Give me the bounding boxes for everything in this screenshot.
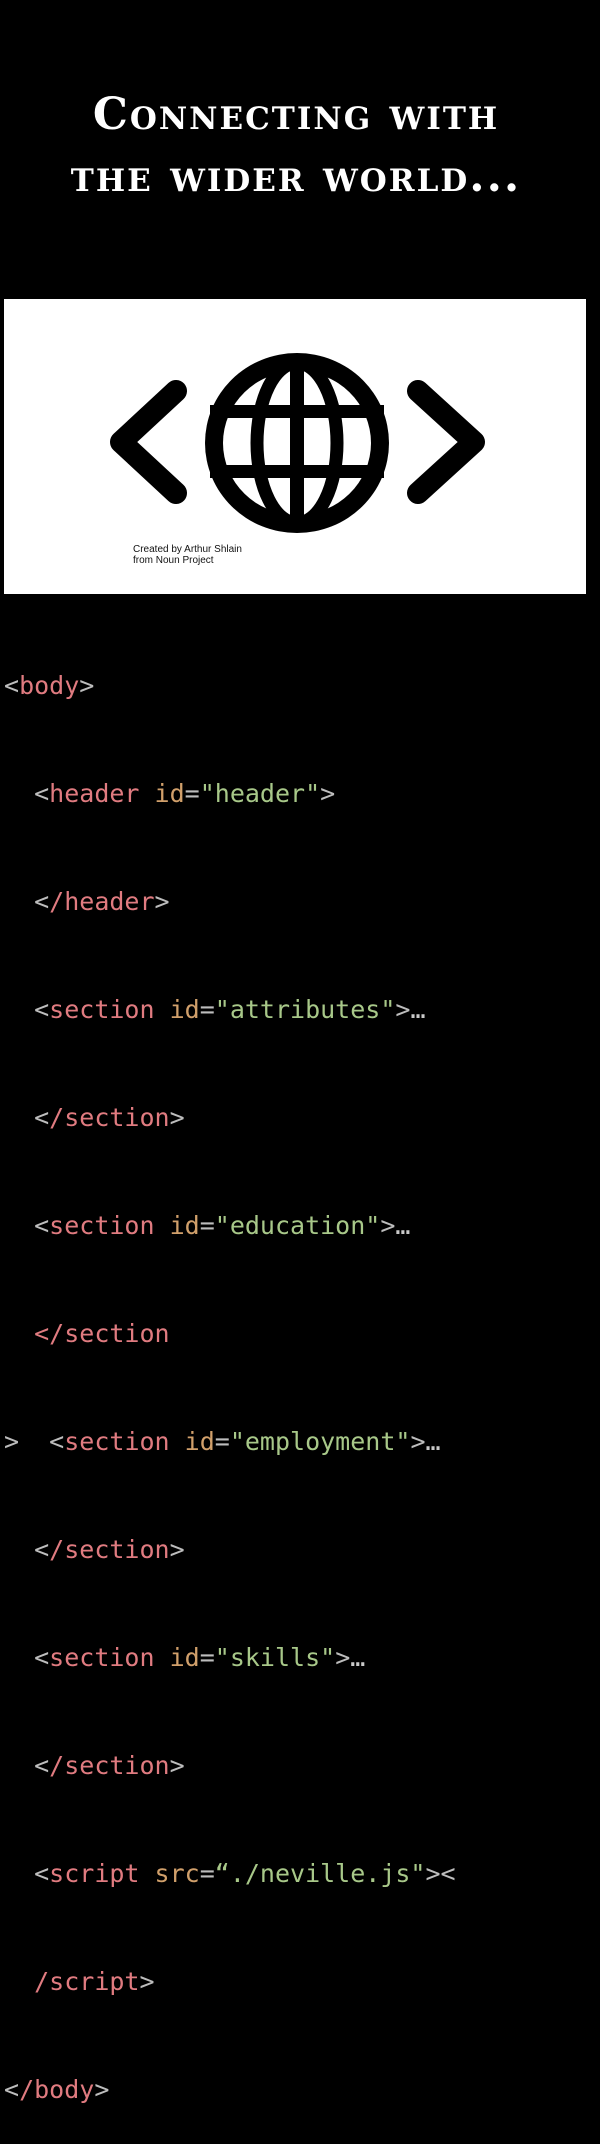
attr-name: src — [154, 1859, 200, 1888]
code-line-section-employment[interactable]: > <section id="employment">… — [4, 1424, 594, 1460]
attr-value: "employment" — [229, 1427, 411, 1456]
collapsed-ellipsis[interactable]: … — [426, 1427, 441, 1456]
credit-line-2: from Noun Project — [133, 555, 214, 566]
code-line-header-open[interactable]: <header id="header"> — [4, 776, 594, 812]
tag-name: section — [49, 1643, 155, 1672]
code-line-section-close-unterminated[interactable]: </section — [4, 1316, 594, 1352]
code-line-header-close[interactable]: </header> — [4, 884, 594, 920]
collapsed-ellipsis[interactable]: … — [395, 1211, 410, 1240]
code-line-section-close[interactable]: </section> — [4, 1532, 594, 1568]
heading-line-2: the wider world... — [70, 151, 522, 202]
attr-name: id — [169, 995, 200, 1024]
attr-name: id — [169, 1211, 200, 1240]
collapsed-ellipsis[interactable]: … — [410, 995, 425, 1024]
code-line-section-education[interactable]: <section id="education">… — [4, 1208, 594, 1244]
attr-value: "attributes" — [214, 995, 396, 1024]
code-globe-icon — [110, 353, 485, 533]
code-line-body-close[interactable]: </body> — [4, 2072, 594, 2108]
heading-line-1: Connecting with — [92, 89, 500, 140]
attr-value: "education" — [214, 1211, 381, 1240]
attr-name: id — [169, 1643, 200, 1672]
banner-image: Created by Arthur Shlain from Noun Proje… — [4, 299, 586, 594]
tag-name: section — [49, 995, 155, 1024]
tag-name: section — [49, 1211, 155, 1240]
code-line-section-close[interactable]: </section> — [4, 1748, 594, 1784]
tag-name: /script — [34, 1967, 140, 1996]
tag-name: /section — [49, 1535, 170, 1564]
attr-name: id — [184, 1427, 215, 1456]
right-chevron-icon — [407, 380, 485, 504]
tag-name: script — [49, 1859, 140, 1888]
code-line-section-skills[interactable]: <section id="skills">… — [4, 1640, 594, 1676]
code-line-body-open[interactable]: <body> — [4, 668, 594, 704]
tag-name: /header — [49, 887, 155, 916]
tag-name: /body — [19, 2075, 95, 2104]
tag-name: body — [19, 671, 80, 700]
tag-name: /section — [49, 1103, 170, 1132]
tag-name: /section — [49, 1751, 170, 1780]
attr-name: id — [154, 779, 185, 808]
attr-value: "header" — [199, 779, 321, 808]
attr-value: "skills" — [214, 1643, 336, 1672]
credit-text: Created by Arthur Shlain from Noun Proje… — [133, 544, 242, 566]
code-line-section-attributes[interactable]: <section id="attributes">… — [4, 992, 594, 1028]
tag-name: </section — [34, 1319, 170, 1348]
left-chevron-icon — [110, 380, 187, 504]
code-listing: <body> <header id="header"> </header> <s… — [4, 596, 594, 2144]
collapsed-ellipsis[interactable]: … — [350, 1643, 365, 1672]
tag-name: section — [64, 1427, 170, 1456]
globe-icon — [205, 353, 389, 533]
credit-line-1: Created by Arthur Shlain — [133, 544, 242, 555]
code-line-script-open[interactable]: <script src=“./neville.js">< — [4, 1856, 594, 1892]
attr-value: “./neville.js" — [214, 1859, 426, 1888]
code-line-script-close[interactable]: /script> — [4, 1964, 594, 2000]
expand-arrow-icon[interactable]: > — [4, 1427, 19, 1456]
tag-name: header — [49, 779, 140, 808]
heading: Connecting with the wider world... — [0, 84, 592, 208]
code-line-section-close[interactable]: </section> — [4, 1100, 594, 1136]
